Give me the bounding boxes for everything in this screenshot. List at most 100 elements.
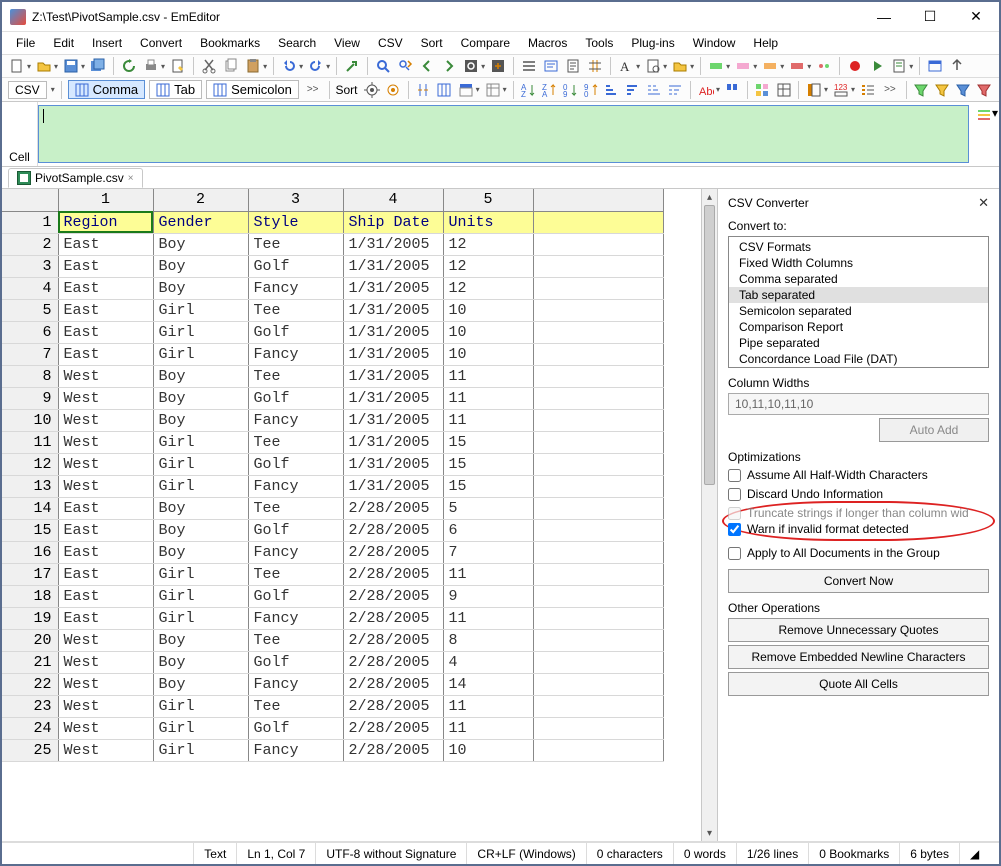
status-line-ending[interactable]: CR+LF (Windows) (467, 843, 586, 864)
cell[interactable]: Fancy (248, 343, 343, 365)
bookmark-dup-icon[interactable] (724, 81, 741, 99)
sort-az-desc-icon[interactable]: ZA (541, 81, 558, 99)
cell[interactable]: Girl (153, 607, 248, 629)
properties-icon[interactable] (169, 57, 187, 75)
opt-discard-undo-check[interactable]: Discard Undo Information (728, 486, 989, 502)
cell[interactable]: 15 (443, 475, 533, 497)
cell[interactable]: 1/31/2005 (343, 453, 443, 475)
row-number[interactable]: 16 (2, 541, 58, 563)
menu-view[interactable]: View (326, 34, 368, 52)
cell[interactable]: 2/28/2005 (343, 673, 443, 695)
cell[interactable]: 2/28/2005 (343, 651, 443, 673)
mode-semi-button[interactable]: Semicolon (206, 80, 299, 99)
cell[interactable]: Golf (248, 651, 343, 673)
delete-dup-icon[interactable]: Abc (697, 81, 715, 99)
cell[interactable]: Ship Date (343, 211, 443, 233)
cell[interactable]: 4 (443, 651, 533, 673)
mode-tab-button[interactable]: Tab (149, 80, 202, 99)
cut-icon[interactable] (200, 57, 218, 75)
cell-empty[interactable] (533, 629, 663, 651)
row-number[interactable]: 2 (2, 233, 58, 255)
scroll-up-icon[interactable]: ▴ (702, 189, 717, 205)
column-header[interactable]: 2 (153, 189, 248, 211)
play-icon[interactable] (868, 57, 886, 75)
cell[interactable]: Fancy (248, 277, 343, 299)
cell-empty[interactable] (533, 409, 663, 431)
adjust-sep-icon[interactable] (415, 81, 432, 99)
row-number[interactable]: 25 (2, 739, 58, 761)
menu-insert[interactable]: Insert (84, 34, 130, 52)
cell[interactable]: 1/31/2005 (343, 475, 443, 497)
column-header[interactable]: 1 (58, 189, 153, 211)
row-number[interactable]: 3 (2, 255, 58, 277)
scrollbar-thumb[interactable] (704, 205, 715, 485)
cell[interactable]: Tee (248, 233, 343, 255)
window-list-icon[interactable] (926, 57, 944, 75)
menu-csv[interactable]: CSV (370, 34, 411, 52)
auto-add-button[interactable]: Auto Add (879, 418, 989, 442)
cell-empty[interactable] (533, 299, 663, 321)
cell-empty[interactable] (533, 321, 663, 343)
redo-icon[interactable] (307, 57, 325, 75)
row-number[interactable]: 15 (2, 519, 58, 541)
cell[interactable]: Girl (153, 585, 248, 607)
cell-tool-icon[interactable]: ▾ (975, 102, 999, 166)
cell[interactable]: West (58, 431, 153, 453)
cell[interactable]: Fancy (248, 739, 343, 761)
cell[interactable]: 11 (443, 365, 533, 387)
cell[interactable]: Boy (153, 233, 248, 255)
cell-empty[interactable] (533, 431, 663, 453)
row-number[interactable]: 14 (2, 497, 58, 519)
replace-in-files-icon[interactable] (489, 57, 507, 75)
cell[interactable]: 12 (443, 233, 533, 255)
cell[interactable]: 11 (443, 409, 533, 431)
paste-icon[interactable] (244, 57, 262, 75)
menu-plug-ins[interactable]: Plug-ins (623, 34, 682, 52)
cell[interactable]: East (58, 277, 153, 299)
cell[interactable]: Girl (153, 299, 248, 321)
cell[interactable]: 11 (443, 695, 533, 717)
cell-empty[interactable] (533, 211, 663, 233)
column-header-empty[interactable] (533, 189, 663, 211)
sort-words-asc-icon[interactable] (646, 81, 663, 99)
cell[interactable]: 1/31/2005 (343, 255, 443, 277)
saveall-icon[interactable] (89, 57, 107, 75)
wrap-page-icon[interactable] (564, 57, 582, 75)
new-icon[interactable] (8, 57, 26, 75)
row-number[interactable]: 17 (2, 563, 58, 585)
status-encoding[interactable]: UTF-8 without Signature (316, 843, 467, 864)
cell[interactable]: West (58, 651, 153, 673)
cell[interactable]: West (58, 717, 153, 739)
cell[interactable]: 2/28/2005 (343, 497, 443, 519)
cell[interactable]: Golf (248, 585, 343, 607)
corner-cell[interactable] (2, 189, 58, 211)
cell[interactable]: Golf (248, 387, 343, 409)
cell-empty[interactable] (533, 365, 663, 387)
cell[interactable]: Girl (153, 453, 248, 475)
cell[interactable]: East (58, 255, 153, 277)
row-number[interactable]: 11 (2, 431, 58, 453)
menu-search[interactable]: Search (270, 34, 324, 52)
config-icon[interactable] (644, 57, 662, 75)
row-number[interactable]: 21 (2, 651, 58, 673)
find-icon[interactable] (374, 57, 392, 75)
row-number[interactable]: 7 (2, 343, 58, 365)
close-button[interactable]: ✕ (953, 2, 999, 32)
format-option[interactable]: Comparison Report (729, 319, 988, 335)
format-option[interactable]: CSV Formats (729, 239, 988, 255)
marker-green-icon[interactable] (707, 57, 725, 75)
wrap-col-icon[interactable] (586, 57, 604, 75)
cell[interactable]: 12 (443, 277, 533, 299)
menu-convert[interactable]: Convert (132, 34, 190, 52)
opt-truncate-check[interactable]: Truncate strings if longer than column w… (728, 505, 989, 521)
cell[interactable]: Region (58, 211, 153, 233)
status-position[interactable]: Ln 1, Col 7 (237, 843, 316, 864)
cell-empty[interactable] (533, 475, 663, 497)
cell[interactable]: West (58, 629, 153, 651)
cell-empty[interactable] (533, 387, 663, 409)
cell[interactable]: West (58, 409, 153, 431)
cell[interactable]: Boy (153, 255, 248, 277)
cell[interactable]: 2/28/2005 (343, 519, 443, 541)
cell-empty[interactable] (533, 343, 663, 365)
format-option[interactable]: Tab separated (729, 287, 988, 303)
